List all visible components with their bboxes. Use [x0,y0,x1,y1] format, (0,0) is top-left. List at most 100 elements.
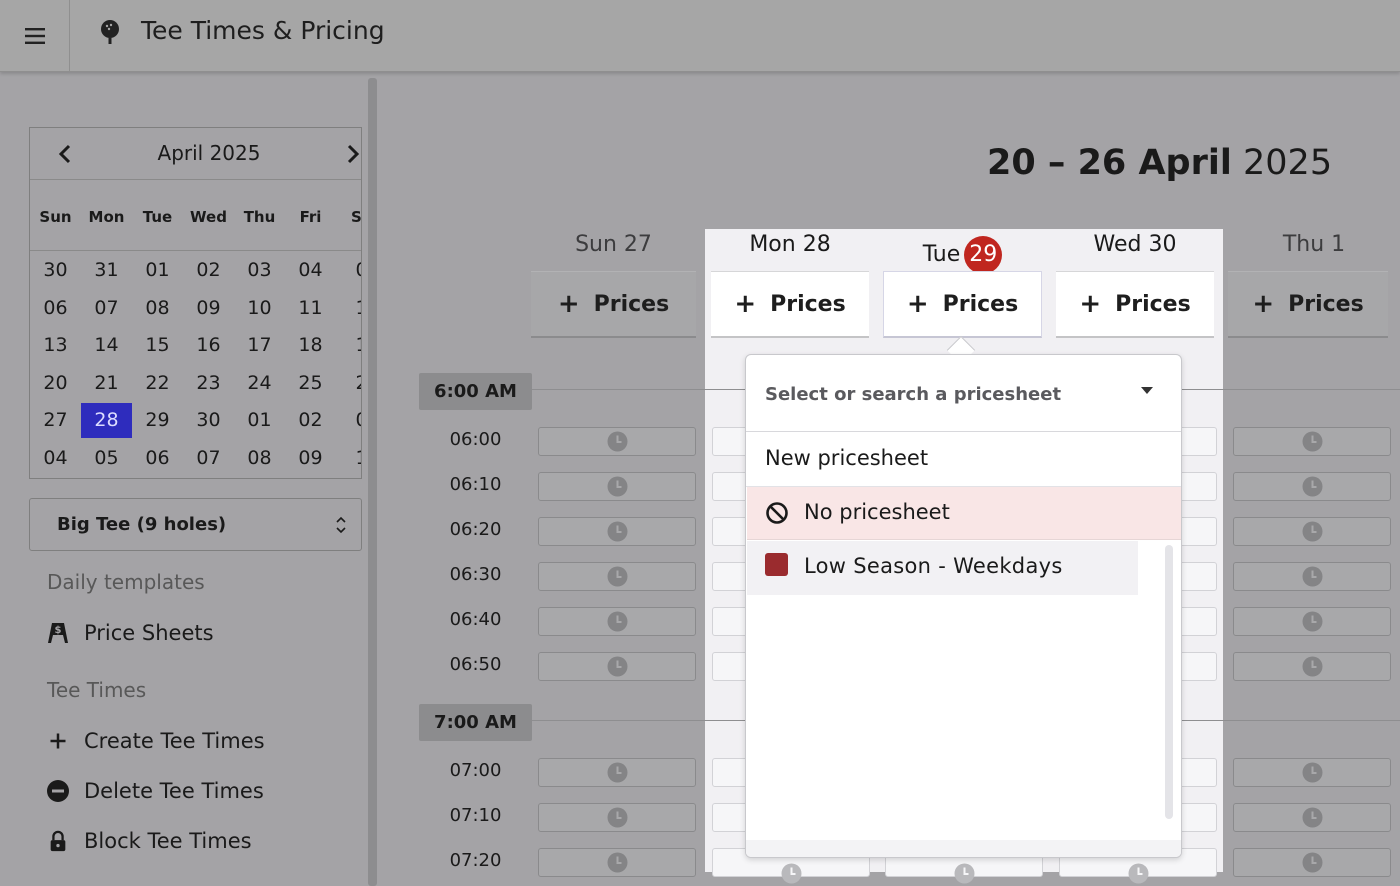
calendar-day[interactable]: 0 [336,253,361,288]
prices-label: Prices [770,291,846,317]
tee-time-slot[interactable] [538,607,696,636]
weekday-header: Wed [190,208,227,226]
calendar-day[interactable]: 1 [336,291,361,326]
calendar-day[interactable]: 1 [336,441,361,476]
hour-badge: 7:00 AM [419,704,532,741]
clock-icon [1302,656,1322,677]
weekday-header: Sun [39,208,72,226]
day-column-header: Wed 30 [1093,232,1177,257]
time-label: 07:00 [449,760,502,781]
calendar-day[interactable]: 08 [234,441,285,476]
add-prices-button[interactable]: + Prices [531,271,696,338]
pricesheet-option[interactable]: Low Season - Weekdays [747,541,1138,595]
calendar-day[interactable]: 30 [183,403,234,438]
clock-icon [1302,566,1322,587]
day-column-header: Sun 27 [575,232,652,257]
dropdown-scrollbar[interactable] [1165,545,1173,819]
clock-icon [954,863,974,884]
block-tee-times-link[interactable]: Block Tee Times [46,826,252,856]
calendar-day[interactable]: 01 [132,253,183,288]
hour-badge: 6:00 AM [419,373,532,410]
calendar-day[interactable]: 20 [30,366,81,401]
calendar-day[interactable]: 04 [30,441,81,476]
add-prices-button[interactable]: + Prices [1056,271,1214,338]
calendar-day[interactable]: 31 [81,253,132,288]
calendar-day[interactable]: 02 [285,403,336,438]
calendar-day[interactable]: 02 [183,253,234,288]
price-sheets-link[interactable]: $ Price Sheets [46,618,214,648]
tee-time-slot[interactable] [538,803,696,832]
tee-time-slot[interactable] [1233,562,1391,591]
tee-time-slot[interactable] [538,472,696,501]
calendar-day[interactable]: 27 [30,403,81,438]
calendar-day[interactable]: 16 [183,328,234,363]
calendar-day[interactable]: 25 [285,366,336,401]
date-range-title: 20 – 26 April 2025 [987,143,1332,183]
calendar-day[interactable]: 01 [234,403,285,438]
pricesheet-option-label: Low Season - Weekdays [804,554,1063,578]
tee-time-slot[interactable] [538,517,696,546]
tee-time-slot[interactable] [538,427,696,456]
create-tee-times-link[interactable]: Create Tee Times [46,726,265,756]
clock-icon [781,863,801,884]
calendar-day[interactable]: 14 [81,328,132,363]
add-prices-button[interactable]: + Prices [883,271,1042,338]
calendar-day[interactable]: 11 [285,291,336,326]
tee-time-slot[interactable] [538,562,696,591]
calendar-day[interactable]: 22 [132,366,183,401]
calendar-day[interactable]: 30 [30,253,81,288]
calendar-day[interactable]: 13 [30,328,81,363]
tee-time-slot[interactable] [538,758,696,787]
calendar-day[interactable]: 17 [234,328,285,363]
calendar-day[interactable]: 15 [132,328,183,363]
calendar-day[interactable]: 2 [336,366,361,401]
calendar-day-selected[interactable]: 28 [81,403,132,438]
calendar-day[interactable]: 03 [234,253,285,288]
tee-time-slot[interactable] [1233,848,1391,877]
tee-time-slot[interactable] [538,848,696,877]
calendar-day[interactable]: 06 [132,441,183,476]
calendar-day[interactable]: 24 [234,366,285,401]
calendar-day[interactable]: 04 [285,253,336,288]
no-pricesheet-option[interactable]: No pricesheet [747,487,1181,540]
minus-circle-icon [46,779,70,803]
tee-time-slot[interactable] [1233,758,1391,787]
calendar-day[interactable]: 21 [81,366,132,401]
calendar-day[interactable]: 07 [81,291,132,326]
pricesheet-search-input[interactable]: Select or search a pricesheet [746,355,1181,432]
tee-time-slot[interactable] [1233,472,1391,501]
golf-ball-icon [101,20,119,44]
add-prices-button[interactable]: + Prices [711,271,869,338]
course-select[interactable]: Big Tee (9 holes) [29,498,362,551]
sidebar-scrollbar[interactable] [368,78,377,886]
calendar-day[interactable]: 10 [234,291,285,326]
calendar-day[interactable]: 23 [183,366,234,401]
tee-time-slot[interactable] [538,652,696,681]
hamburger-menu-button[interactable] [0,0,70,72]
caret-down-icon[interactable] [1141,387,1153,394]
delete-tee-times-link[interactable]: Delete Tee Times [46,776,264,806]
tee-time-slot[interactable] [1233,517,1391,546]
clock-icon [607,852,627,873]
tee-time-slot[interactable] [1233,427,1391,456]
add-prices-button[interactable]: + Prices [1228,271,1388,338]
tee-time-slot[interactable] [1233,652,1391,681]
calendar-day[interactable]: 1 [336,328,361,363]
calendar-day[interactable]: 06 [30,291,81,326]
calendar-day[interactable]: 05 [81,441,132,476]
calendar-day[interactable]: 07 [183,441,234,476]
calendar-day[interactable]: 0 [336,403,361,438]
calendar-day[interactable]: 09 [183,291,234,326]
calendar-day[interactable]: 08 [132,291,183,326]
calendar-day[interactable]: 18 [285,328,336,363]
tee-time-slot[interactable] [1233,803,1391,832]
clock-icon [1302,431,1322,452]
pricesheet-search-placeholder: Select or search a pricesheet [765,384,1062,405]
chevron-right-icon[interactable] [342,142,362,166]
tee-time-slot[interactable] [1233,607,1391,636]
weekday-header: Sa [351,208,362,226]
calendar-day[interactable]: 09 [285,441,336,476]
new-pricesheet-option[interactable]: New pricesheet [746,433,1181,487]
dropdown-footer [746,840,1181,857]
calendar-day[interactable]: 29 [132,403,183,438]
